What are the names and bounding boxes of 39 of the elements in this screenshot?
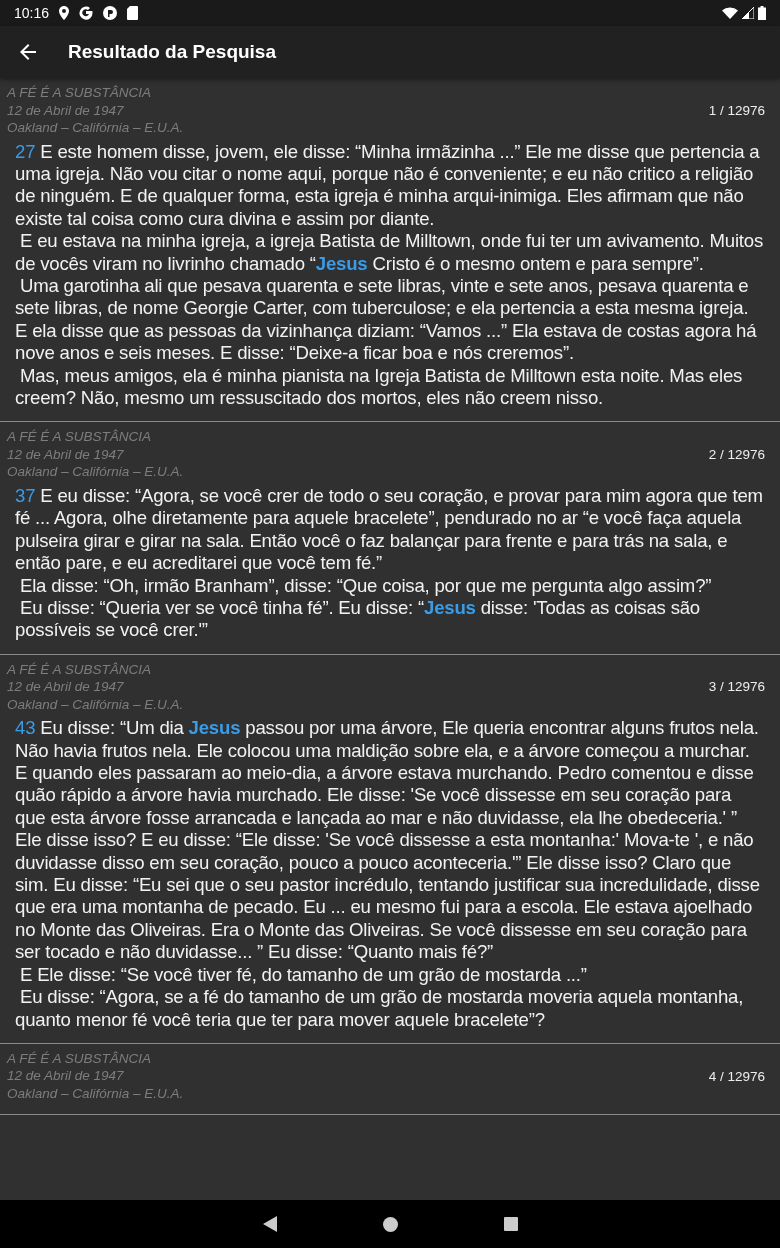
home-nav-icon[interactable] xyxy=(382,1216,398,1232)
sermon-date: 12 de Abril de 1947 xyxy=(7,1067,125,1085)
result-counter: 3 / 12976 xyxy=(708,679,765,695)
sermon-title: A FÉ É A SUBSTÂNCIA xyxy=(7,660,153,679)
back-nav-icon[interactable] xyxy=(262,1216,277,1232)
sermon-place: Oakland – Califórnia – E.U.A. xyxy=(7,463,184,481)
battery-icon xyxy=(758,6,766,20)
paragraph-text: 43 Eu disse: “Um dia Jesus passou por uma árvore, Ele queria encontrar alguns frutos nela. Não havia frutos nela. Ele colocou uma maldição sobre ela, e a árvore começou a murchar. E quando eles passaram ao meio-dia, a árvore estava murchando. Pedro comentou e disse quão rápido a árvore havia murchado. Ele disse: 'Se você dissesse em seu coração para que esta árvore fosse arrancada e lançada ao mar e não duvidasse, ela lhe obedeceria.' ” Ele disse isso? E eu disse: “Ele disse: 'Se você dissesse a esta montanha:' Mova-te ', e não duvidasse disso em seu coração, pouco a pouco aconteceria.'” Ele disse isso? Claro que sim. Eu disse: “Eu sei que o seu pastor incrédulo, tentando justificar sua incredulidade, disse que era uma montanha de pecado. Eu ... eu mesmo fui para a escola. Ele estava ajoelhado no Monte das Oliveiras. Era o Monte das Oliveiras. Se você dissesse em seu coração para ser tocado e não duvidasse... ” Eu disse: “Quanto mais fé?” xyxy=(15,717,761,964)
sermon-title: A FÉ É A SUBSTÂNCIA xyxy=(7,428,153,446)
paragraph-text: 37 E eu disse: “Agora, se você crer de todo o seu coração, e provar para mim agora que tem fé ... Agora, olhe diretamente para aquele bracelete”, pendurado no ar “e você faça aquela pulseira girar e girar na sala. Então você o faz balançar para frente e para trás na sala, e então pare, e eu acreditarei que você tem fé.” xyxy=(15,484,764,575)
sermon-place: Oakland – Califórnia – E.U.A. xyxy=(7,119,184,137)
signal-icon xyxy=(742,7,754,19)
sermon-place: Oakland – Califórnia – E.U.A. xyxy=(7,1084,184,1103)
wifi-icon xyxy=(722,7,738,19)
app-icon xyxy=(103,6,118,20)
result-counter: 4 / 12976 xyxy=(708,1068,765,1084)
result-counter: 2 / 12976 xyxy=(708,447,765,463)
result-counter: 1 / 12976 xyxy=(708,102,765,118)
paragraph-text: Eu disse: “Agora, se a fé do tamanho de um grão de mostarda moveria aquela montanha, quanto menor fé você teria que ter para mover aquele bracelete”? xyxy=(15,986,745,1031)
paragraph-text: Mas, meus amigos, ela é minha pianista na Igreja Batista de Milltown esta noite. Mas eles creem? Não, mesmo um ressuscitado dos mortos, eles não creem nisso. xyxy=(15,364,744,410)
clock: 10:16 xyxy=(14,5,50,21)
recents-nav-icon[interactable] xyxy=(503,1217,518,1231)
paragraph-text: 27 E este homem disse, jovem, ele disse: “Minha irmãzinha ...” Ele me disse que pertencia a uma igreja. Não vou citar o nome aqui, porque não é conveniente; e eu não critico a religião de ninguém. E de qualquer forma, esta igreja é minha arqui-inimiga. Eles afirmam que não existe tal coisa como cura divina e assim por diante. xyxy=(15,140,761,231)
sd-card-icon xyxy=(127,6,139,20)
sermon-title: A FÉ É A SUBSTÂNCIA xyxy=(7,1049,153,1068)
g-icon xyxy=(79,6,94,20)
paragraph-text: E Ele disse: “Se você tiver fé, do tamanho de um grão de mostarda ...” xyxy=(18,963,588,987)
screen-title: Resultado da Pesquisa xyxy=(68,41,276,63)
sermon-date: 12 de Abril de 1947 xyxy=(7,445,125,464)
paragraph-text: Eu disse: “Queria ver se você tinha fé”. Eu disse: “Jesus disse: 'Todas as coisas são possíveis se você crer.'” xyxy=(15,596,701,642)
sermon-date: 12 de Abril de 1947 xyxy=(7,101,125,119)
sermon-place: Oakland – Califórnia – E.U.A. xyxy=(7,695,184,714)
sermon-title: A FÉ É A SUBSTÂNCIA xyxy=(7,84,153,102)
paragraph-text: Ela disse: “Oh, irmão Branham”, disse: “Que coisa, por que me pergunta algo assim?” xyxy=(18,574,713,597)
sermon-date: 12 de Abril de 1947 xyxy=(7,678,125,696)
paragraph-text: Uma garotinha ali que pesava quarenta e sete libras, vinte e sete anos, pesava quarenta e sete libras, de nome Georgie Carter, com tuberculose; e ela pertencia a esta mesma igreja. E ela disse que as pessoas da vizinhança diziam: “Vamos ...” Ela estava de costas agora há nove anos e seis meses. E disse: “Deixe-a ficar boa e nós creremos”. xyxy=(15,274,758,365)
location-icon xyxy=(59,6,70,20)
paragraph-text: E eu estava na minha igreja, a igreja Batista de Milltown, onde fui ter um avivamento. Muitos de vocês viram no livrinho chamado “Jesus Cristo é o mesmo ontem e para sempre”. xyxy=(15,230,765,275)
result-item[interactable]: A FÉ É A SUBSTÂNCIA 12 de Abril de 1947 Oakland – Califórnia – E.U.A. 4 / 12976 xyxy=(0,1043,780,1116)
